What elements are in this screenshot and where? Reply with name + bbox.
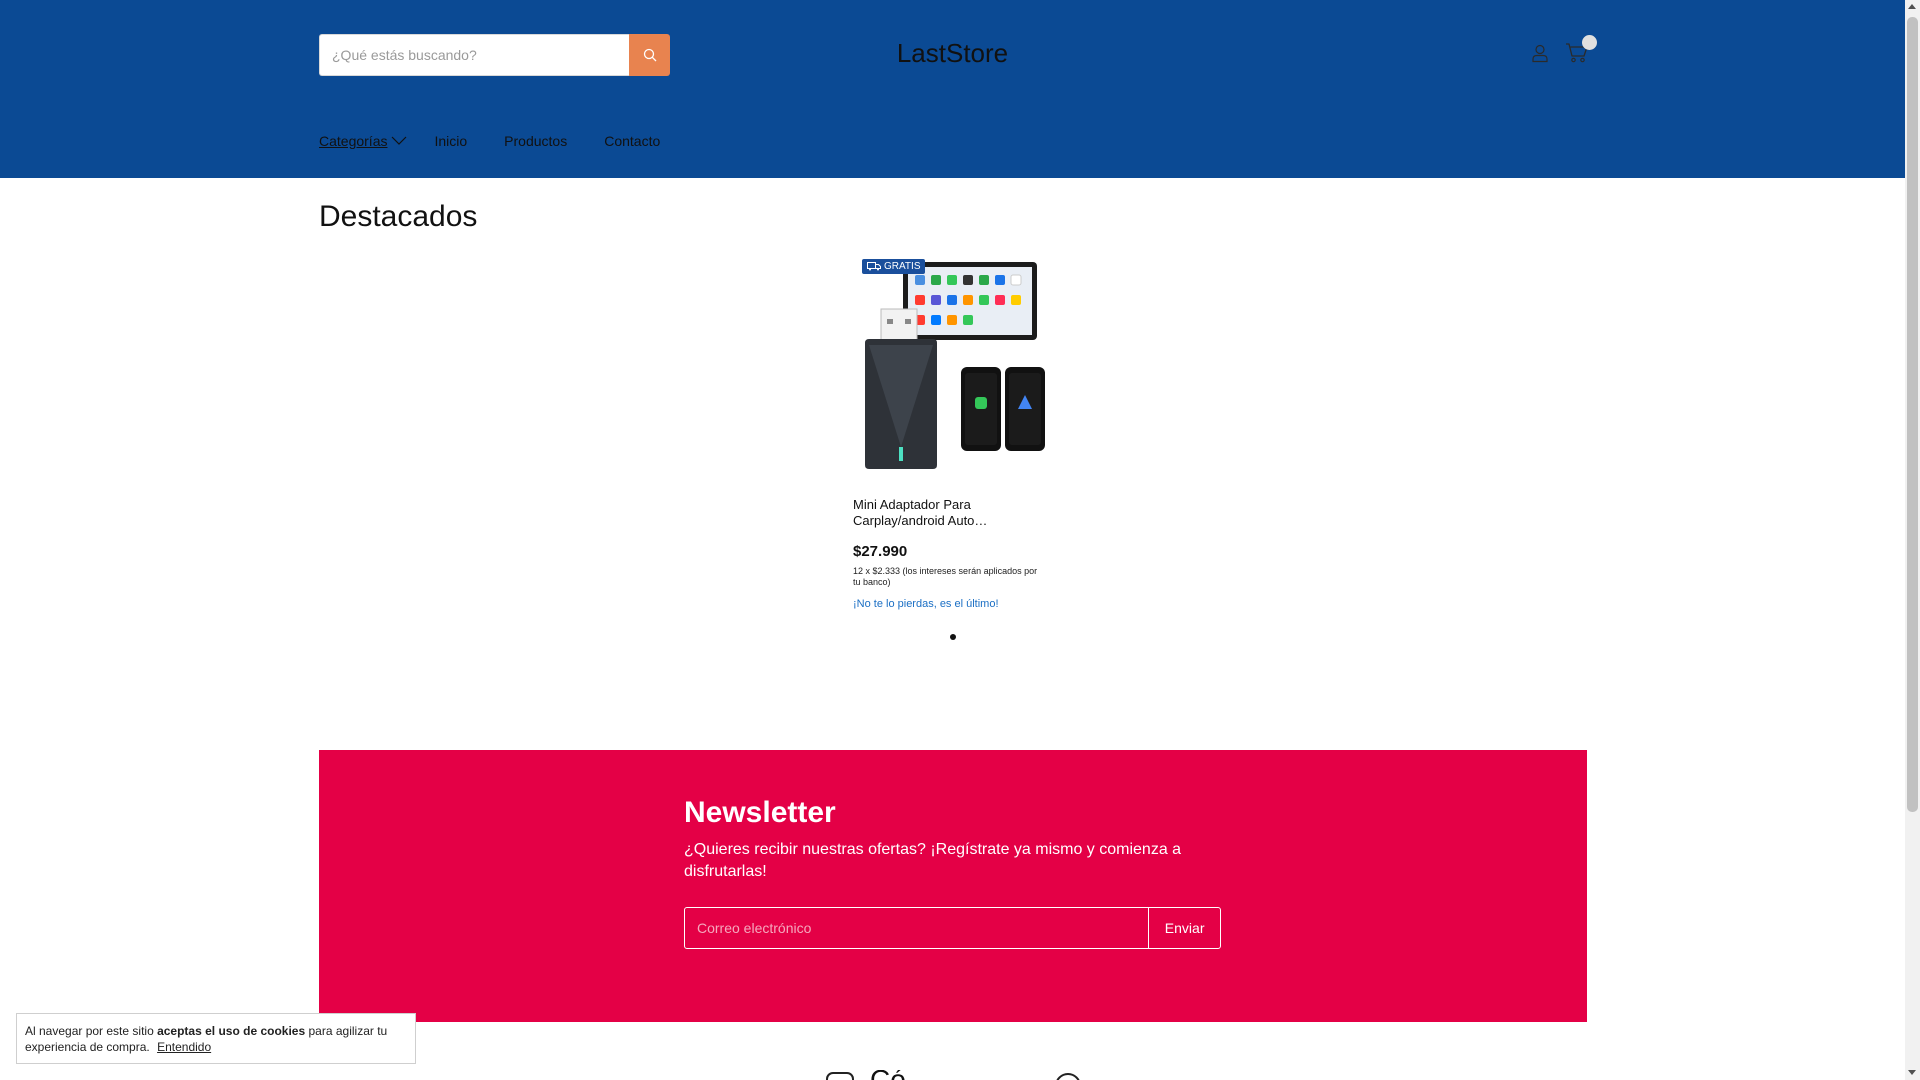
search-bar bbox=[319, 34, 670, 76]
cookie-banner: Al navegar por este sitio aceptas el uso… bbox=[16, 1013, 416, 1064]
nav-item-contacto[interactable]: Contacto bbox=[604, 133, 660, 149]
scroll-down-arrow[interactable] bbox=[1908, 1070, 1916, 1075]
footer-partial-text: Có bbox=[870, 1070, 906, 1080]
search-icon bbox=[643, 48, 656, 62]
scrollbar-thumb[interactable] bbox=[1907, 17, 1918, 812]
chevron-down-icon bbox=[392, 136, 407, 145]
badge-label: GRATIS bbox=[884, 261, 921, 272]
cookie-text-bold: aceptas el uso de cookies bbox=[157, 1024, 306, 1038]
scroll-up-arrow[interactable] bbox=[1908, 4, 1916, 9]
search-input[interactable] bbox=[319, 34, 629, 76]
featured-title: Destacados bbox=[319, 200, 478, 233]
product-card[interactable]: GRATIS Mini Adaptador Para Carplay/andro… bbox=[853, 257, 1045, 610]
cookie-text-start: Al navegar por este sitio bbox=[25, 1024, 158, 1038]
newsletter-form: Enviar bbox=[684, 907, 1221, 949]
site-header: LastStore Categorías Inicio Pro bbox=[0, 0, 1905, 178]
product-price: $27.990 bbox=[853, 543, 908, 560]
newsletter-title: Newsletter bbox=[684, 796, 836, 829]
product-name[interactable]: Mini Adaptador Para Carplay/android Auto… bbox=[853, 497, 1023, 529]
cart-count-badge bbox=[1582, 35, 1597, 50]
product-installments: 12 x $2.333 (los intereses serán aplicad… bbox=[853, 566, 1038, 587]
nav-item-inicio[interactable]: Inicio bbox=[434, 133, 467, 149]
newsletter-text: ¿Quieres recibir nuestras ofertas? ¡Regí… bbox=[684, 841, 1182, 880]
free-shipping-badge: GRATIS bbox=[862, 259, 926, 274]
store-page: LastStore Categorías Inicio Pro bbox=[0, 0, 1905, 1080]
main-nav: Categorías Inicio Productos Contacto bbox=[319, 133, 660, 149]
product-photo bbox=[865, 262, 1045, 469]
slider-pagination-dot[interactable] bbox=[950, 634, 956, 640]
truck-icon bbox=[867, 262, 881, 271]
help-icon[interactable] bbox=[1054, 1070, 1082, 1080]
footer-partial: Có bbox=[826, 1070, 1082, 1080]
product-image[interactable]: GRATIS bbox=[853, 257, 1045, 477]
store-logo[interactable]: LastStore bbox=[800, 38, 1105, 69]
newsletter-submit-button[interactable]: Enviar bbox=[1149, 908, 1220, 948]
cookie-accept-link[interactable]: Entendido bbox=[157, 1040, 211, 1054]
newsletter-section: Newsletter ¿Quieres recibir nuestras ofe… bbox=[319, 750, 1587, 1022]
stock-note: ¡No te lo pierdas, es el último! bbox=[853, 598, 999, 610]
newsletter-email-input[interactable] bbox=[685, 908, 1150, 948]
instagram-icon[interactable] bbox=[826, 1070, 854, 1080]
user-icon[interactable] bbox=[1530, 43, 1550, 63]
nav-item-label: Categorías bbox=[319, 133, 388, 149]
search-button[interactable] bbox=[629, 34, 670, 76]
page: LastStore Categorías Inicio Pro bbox=[0, 0, 1920, 1080]
nav-item-categorias[interactable]: Categorías bbox=[319, 133, 407, 149]
nav-item-productos[interactable]: Productos bbox=[504, 133, 567, 149]
